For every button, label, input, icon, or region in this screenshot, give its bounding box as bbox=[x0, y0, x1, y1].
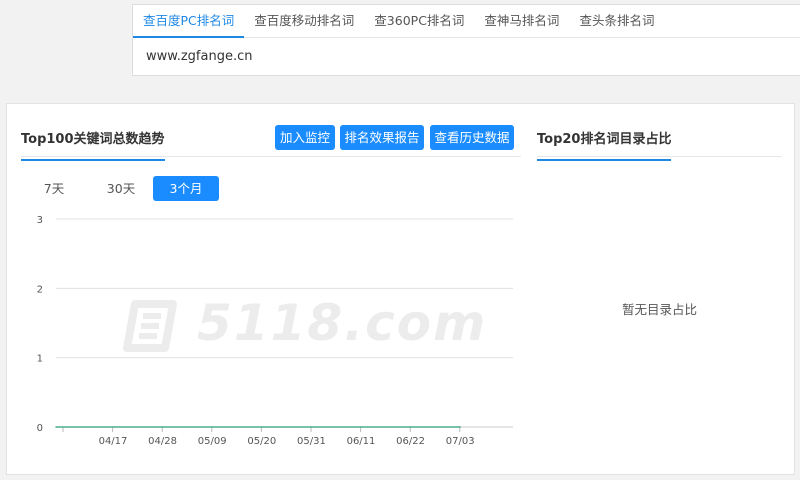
y-tick-label: 2 bbox=[37, 284, 43, 295]
data-point bbox=[211, 426, 213, 428]
data-point bbox=[161, 426, 164, 428]
y-tick-label: 3 bbox=[37, 215, 43, 226]
x-tick-label: 06/22 bbox=[396, 436, 425, 447]
x-tick-label: 05/20 bbox=[247, 436, 276, 447]
tab-baidu-pc[interactable]: 查百度PC排名词 bbox=[133, 5, 245, 38]
data-point bbox=[310, 426, 313, 428]
tab-baidu-mobile[interactable]: 查百度移动排名词 bbox=[244, 5, 364, 38]
range-3-months[interactable]: 3个月 bbox=[153, 176, 219, 201]
data-point bbox=[261, 426, 263, 428]
data-point bbox=[360, 426, 362, 428]
x-tick-label: 04/28 bbox=[148, 436, 177, 447]
x-tick-label: 07/03 bbox=[446, 436, 475, 447]
main-card: Top100关键词总数趋势 加入监控 排名效果报告 查看历史数据 7天 30天 … bbox=[6, 103, 795, 475]
x-tick-label: 06/11 bbox=[347, 436, 376, 447]
x-tick-label: 04/17 bbox=[99, 436, 128, 447]
x-tick-label: 05/09 bbox=[198, 436, 227, 447]
data-point bbox=[459, 426, 462, 428]
engine-tabs: 查百度PC排名词 查百度移动排名词 查360PC排名词 查神马排名词 查头条排名… bbox=[133, 5, 664, 38]
domain-value: www.zgfange.cn bbox=[146, 49, 253, 64]
y-tick-label: 0 bbox=[37, 423, 43, 434]
tab-toutiao[interactable]: 查头条排名词 bbox=[569, 5, 664, 38]
trend-pane: Top100关键词总数趋势 加入监控 排名效果报告 查看历史数据 7天 30天 … bbox=[21, 104, 521, 474]
data-point bbox=[55, 426, 57, 428]
trend-chart: 0 1 2 3 04/17 04/28 05/09 05/20 05/31 06/11 06/22 0… bbox=[37, 215, 513, 447]
tab-shenma[interactable]: 查神马排名词 bbox=[474, 5, 569, 38]
view-history-button[interactable]: 查看历史数据 bbox=[430, 125, 514, 150]
trend-divider bbox=[21, 156, 521, 157]
search-panel: 查百度PC排名词 查百度移动排名词 查360PC排名词 查神马排名词 查头条排名… bbox=[132, 4, 800, 76]
ranking-report-button[interactable]: 排名效果报告 bbox=[340, 125, 424, 150]
y-tick-label: 1 bbox=[37, 354, 43, 365]
range-7-days[interactable]: 7天 bbox=[31, 176, 77, 201]
tab-360-pc[interactable]: 查360PC排名词 bbox=[364, 5, 474, 38]
directory-empty-message: 暂无目录占比 bbox=[621, 302, 697, 317]
directory-pane: Top20排名词目录占比 暂无目录占比 bbox=[537, 104, 782, 474]
range-30-days[interactable]: 30天 bbox=[97, 176, 145, 201]
x-tick-label: 05/31 bbox=[297, 436, 326, 447]
data-point bbox=[409, 426, 412, 428]
directory-divider bbox=[537, 156, 782, 157]
add-monitor-button[interactable]: 加入监控 bbox=[275, 125, 335, 150]
